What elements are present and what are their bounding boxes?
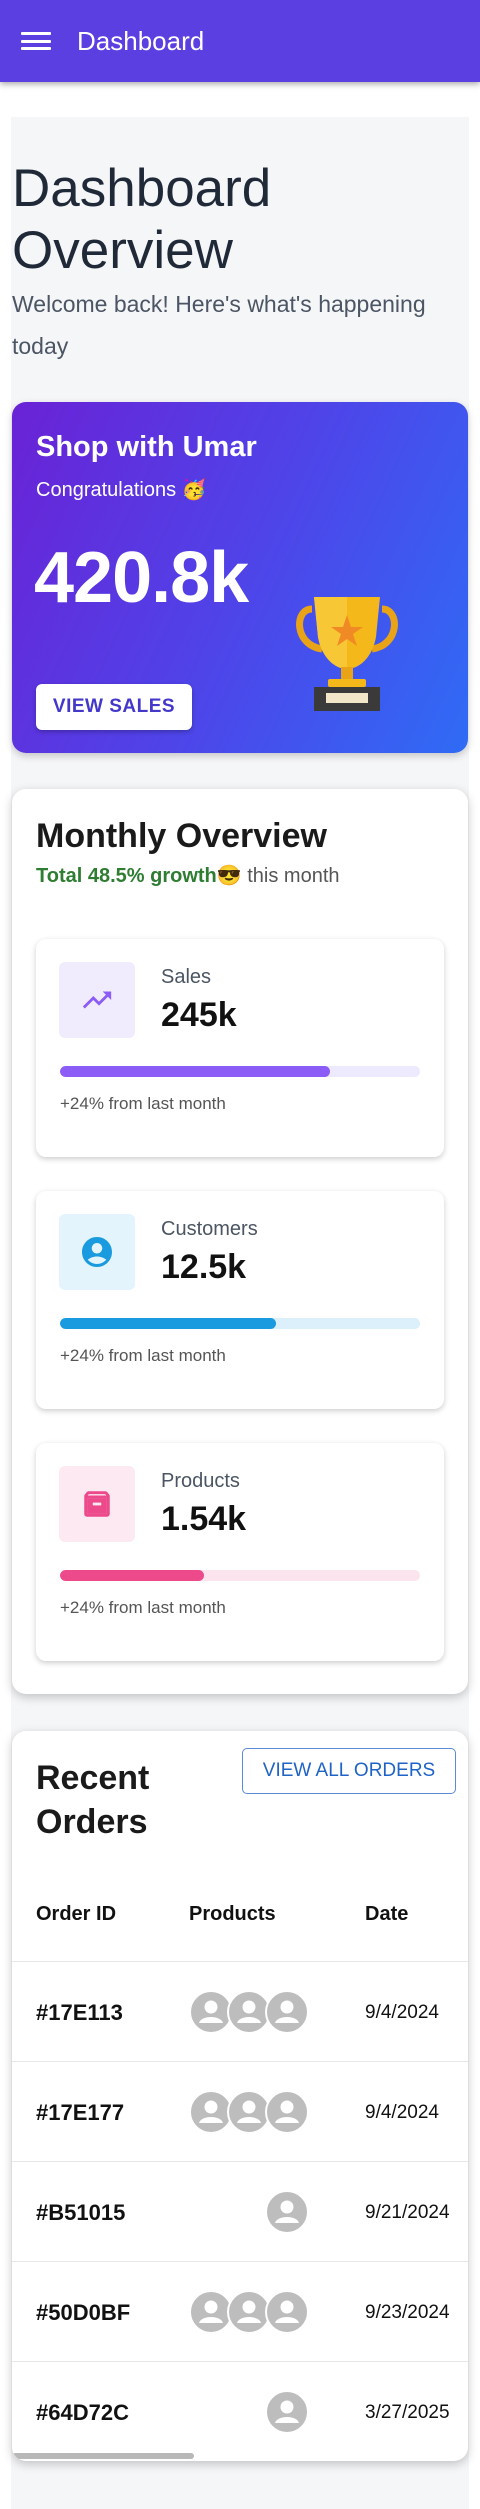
product-avatars <box>189 1990 319 2034</box>
overview-suffix: this month <box>241 865 340 887</box>
archive-box-icon <box>84 1491 110 1517</box>
sales-hero-card: Shop with Umar Congratulations 🥳 420.8k … <box>12 402 468 753</box>
product-avatar-icon <box>265 2290 309 2334</box>
recent-orders-card: Recent Orders VIEW ALL ORDERS Order ID P… <box>12 1731 468 2461</box>
growth-text: Total 48.5% growth <box>36 865 217 887</box>
trophy-icon <box>296 597 398 711</box>
stat-progress-fill <box>60 1318 276 1329</box>
stat-progress-bar <box>60 1570 420 1581</box>
stat-label: Customers <box>161 1218 258 1240</box>
view-sales-button[interactable]: VIEW SALES <box>36 684 192 730</box>
stat-label: Sales <box>161 966 212 988</box>
hero-title: Shop with Umar <box>36 431 257 463</box>
stat-label: Products <box>161 1470 240 1492</box>
overview-title: Monthly Overview <box>36 817 327 855</box>
stat-progress-fill <box>60 1570 204 1581</box>
stat-note: +24% from last month <box>60 1346 226 1365</box>
welcome-text: Welcome back! Here's what's happening to… <box>12 291 426 359</box>
order-date: 9/21/2024 <box>365 2202 450 2223</box>
stat-progress-fill <box>60 1066 330 1077</box>
order-date: 3/27/2025 <box>365 2402 450 2423</box>
stat-card-products: Products 1.54k +24% from last month <box>36 1443 444 1661</box>
overview-subtitle: Total 48.5% growth😎 this month <box>36 863 340 888</box>
app-bar: Dashboard <box>0 0 480 82</box>
growth-emoji: 😎 <box>216 865 242 887</box>
product-avatars <box>189 2090 319 2134</box>
stat-icon-box <box>59 1466 135 1542</box>
stat-icon-box <box>59 1214 135 1290</box>
column-header-products: Products <box>189 1903 276 1925</box>
order-id: #50D0BF <box>36 2300 131 2325</box>
column-header-order-id: Order ID <box>36 1903 117 1925</box>
stat-progress-bar <box>60 1318 420 1329</box>
order-id: #17E113 <box>36 2000 123 2025</box>
stat-note: +24% from last month <box>60 1094 226 1113</box>
trending-up-icon <box>82 991 112 1009</box>
product-avatar-icon <box>265 2090 309 2134</box>
product-avatars <box>189 2290 319 2334</box>
hero-value: 420.8k <box>34 538 249 618</box>
stat-value: 1.54k <box>161 1500 247 1538</box>
hero-subtitle: Congratulations 🥳 <box>36 479 207 501</box>
stat-card-sales: Sales 245k +24% from last month <box>36 939 444 1157</box>
stat-value: 245k <box>161 996 237 1034</box>
order-id: #64D72C <box>36 2400 129 2425</box>
product-avatar-icon <box>265 1990 309 2034</box>
product-avatars <box>189 2390 319 2434</box>
table-row[interactable]: #17E177 9/4/2024 <box>12 2061 468 2161</box>
stat-card-customers: Customers 12.5k +24% from last month <box>36 1191 444 1409</box>
table-row[interactable]: #17E113 9/4/2024 <box>12 1961 468 2061</box>
account-circle-icon <box>82 1237 112 1267</box>
order-date: 9/23/2024 <box>365 2302 450 2323</box>
order-id: #B51015 <box>36 2200 126 2225</box>
column-header-date: Date <box>365 1903 409 1925</box>
stat-progress-bar <box>60 1066 420 1077</box>
order-id: #17E177 <box>36 2100 125 2125</box>
app-title: Dashboard <box>77 25 205 56</box>
product-avatars <box>189 2190 319 2234</box>
table-row[interactable]: #50D0BF 9/23/2024 <box>12 2261 468 2361</box>
menu-icon[interactable] <box>21 30 51 52</box>
table-row[interactable]: #B51015 9/21/2024 <box>12 2161 468 2261</box>
order-date: 9/4/2024 <box>365 2002 439 2023</box>
horizontal-scrollbar[interactable] <box>12 2453 194 2459</box>
view-all-orders-button[interactable]: VIEW ALL ORDERS <box>242 1748 456 1794</box>
order-date: 9/4/2024 <box>365 2102 439 2123</box>
stat-icon-box <box>59 962 135 1038</box>
monthly-overview-card: Monthly Overview Total 48.5% growth😎 thi… <box>12 789 468 1694</box>
product-avatar-icon <box>265 2390 309 2434</box>
stat-value: 12.5k <box>161 1248 247 1286</box>
stat-note: +24% from last month <box>60 1598 226 1617</box>
page-title: Dashboard Overview <box>12 159 272 280</box>
table-row[interactable]: #64D72C 3/27/2025 <box>12 2361 468 2461</box>
orders-title: Recent Orders <box>36 1759 150 1841</box>
product-avatar-icon <box>265 2190 309 2234</box>
